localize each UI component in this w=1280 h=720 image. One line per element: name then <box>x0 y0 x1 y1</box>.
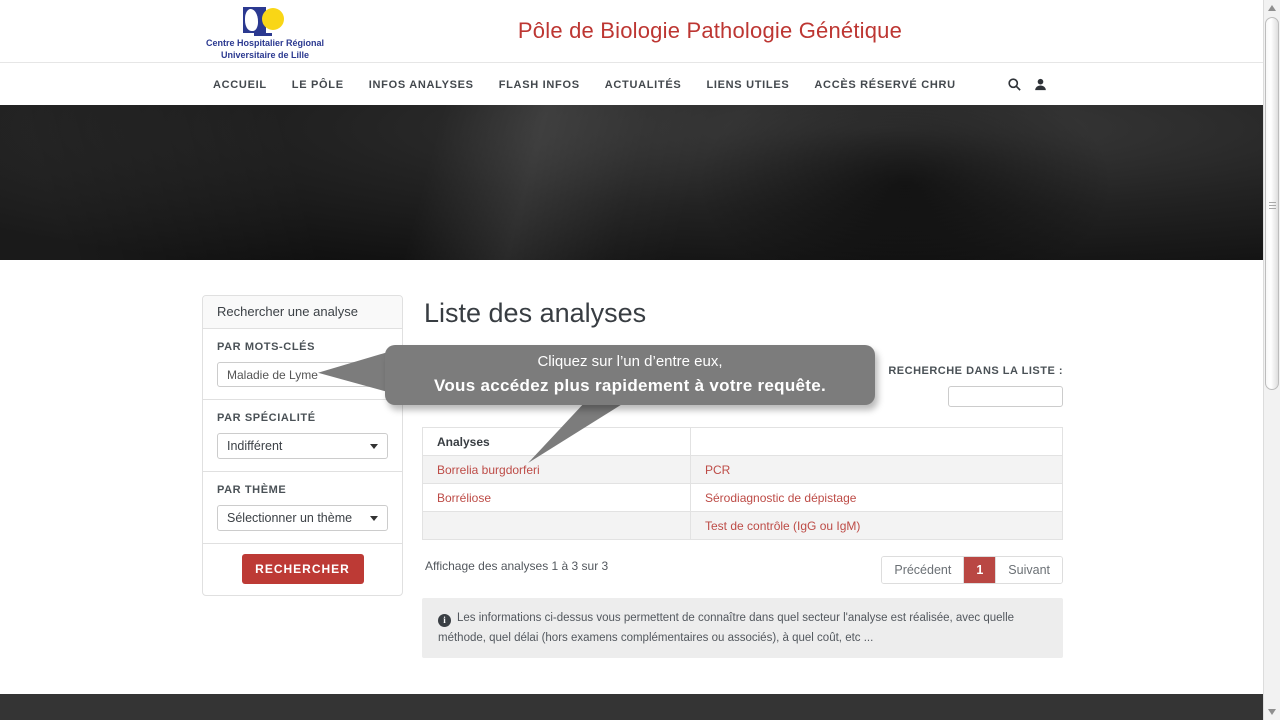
theme-section: PAR THÈME Sélectionner un thème <box>203 472 402 544</box>
top-header: Centre Hospitalier Régional Universitair… <box>0 0 1263 63</box>
table-header-row: Analyses <box>423 428 1063 456</box>
callout-line1: Cliquez sur l’un d’entre eux, <box>385 351 875 373</box>
callout-line2: Vous accédez plus rapidement à votre req… <box>385 373 875 399</box>
theme-label: PAR THÈME <box>217 484 388 496</box>
nav-item-actualites[interactable]: ACTUALITÉS <box>605 79 682 91</box>
analyses-table: Analyses Borrelia burgdorferi PCR Borrél… <box>422 427 1063 540</box>
keywords-value: Maladie de Lyme <box>227 368 318 382</box>
nav-item-le-pole[interactable]: LE PÔLE <box>292 79 344 91</box>
analysis-link-borrelia-burgdorferi[interactable]: Borrelia burgdorferi <box>437 463 540 477</box>
site-title: Pôle de Biologie Pathologie Génétique <box>400 18 1020 44</box>
table-row: Borréliose Sérodiagnostic de dépistage <box>423 484 1063 512</box>
tooltip-callout: Cliquez sur l’un d’entre eux, Vous accéd… <box>385 345 875 405</box>
keywords-label: PAR MOTS-CLÉS <box>217 341 388 353</box>
speciality-section: PAR SPÉCIALITÉ Indifférent <box>203 400 402 472</box>
scrollbar-thumb[interactable] <box>1265 17 1279 390</box>
chevron-down-icon <box>370 444 378 449</box>
user-icon[interactable] <box>1033 77 1048 92</box>
scroll-down-icon[interactable] <box>1268 709 1276 715</box>
page: Centre Hospitalier Régional Universitair… <box>0 0 1280 720</box>
list-title: Liste des analyses <box>424 298 646 329</box>
vertical-scrollbar[interactable] <box>1263 0 1280 720</box>
info-note-box: iLes informations ci-dessus vous permett… <box>422 598 1063 658</box>
pagination-previous-button[interactable]: Précédent <box>882 557 963 583</box>
speciality-select[interactable]: Indifférent <box>217 433 388 459</box>
search-panel-title: Rechercher une analyse <box>203 296 402 329</box>
test-link-pcr[interactable]: PCR <box>705 463 730 477</box>
table-row: Test de contrôle (IgG ou IgM) <box>423 512 1063 540</box>
info-note-text: Les informations ci-dessus vous permette… <box>438 612 1014 644</box>
list-search-input[interactable] <box>948 386 1063 407</box>
rechercher-button[interactable]: RECHERCHER <box>242 554 364 584</box>
footer-bar <box>0 694 1263 720</box>
chru-lille-logo[interactable]: Centre Hospitalier Régional Universitair… <box>200 5 330 60</box>
scrollbar-grip-icon <box>1269 202 1276 211</box>
results-summary: Affichage des analyses 1 à 3 sur 3 <box>425 559 608 573</box>
nav-item-accueil[interactable]: ACCUEIL <box>213 79 267 91</box>
nav-item-flash-infos[interactable]: FLASH INFOS <box>499 79 580 91</box>
pagination-page-1[interactable]: 1 <box>963 557 995 583</box>
search-button-row: RECHERCHER <box>203 544 402 595</box>
search-icon[interactable] <box>1007 77 1022 92</box>
theme-select[interactable]: Sélectionner un thème <box>217 505 388 531</box>
nav-item-acces-reserve-chru[interactable]: ACCÈS RÉSERVÉ CHRU <box>814 79 955 91</box>
tests-column-header <box>691 428 1063 456</box>
search-analysis-panel: Rechercher une analyse PAR MOTS-CLÉS Mal… <box>202 295 403 596</box>
test-link-serodiagnostic[interactable]: Sérodiagnostic de dépistage <box>705 491 856 505</box>
info-icon: i <box>438 614 451 627</box>
hero-banner: RÉPERTOIRE ANALYSES Accueil/Informations… <box>0 105 1263 260</box>
speciality-value: Indifférent <box>227 439 282 453</box>
theme-value: Sélectionner un thème <box>227 511 352 525</box>
nav-item-liens-utiles[interactable]: LIENS UTILES <box>706 79 789 91</box>
pagination: Précédent 1 Suivant <box>881 556 1063 584</box>
logo-text-line2: Universitaire de Lille <box>200 50 330 60</box>
pagination-next-button[interactable]: Suivant <box>995 557 1062 583</box>
table-row: Borrelia burgdorferi PCR <box>423 456 1063 484</box>
logo-text-line1: Centre Hospitalier Régional <box>200 38 330 48</box>
analysis-link-borreliose[interactable]: Borréliose <box>437 491 491 505</box>
nav-item-infos-analyses[interactable]: INFOS ANALYSES <box>369 79 474 91</box>
speciality-label: PAR SPÉCIALITÉ <box>217 412 388 424</box>
test-link-test-de-controle[interactable]: Test de contrôle (IgG ou IgM) <box>705 519 860 533</box>
chru-lille-logo-icon <box>243 5 287 36</box>
chevron-down-icon <box>370 516 378 521</box>
scroll-up-icon[interactable] <box>1268 5 1276 11</box>
list-search-label: RECHERCHE DANS LA LISTE : <box>888 365 1063 377</box>
main-navigation: ACCUEIL LE PÔLE INFOS ANALYSES FLASH INF… <box>0 64 1263 105</box>
